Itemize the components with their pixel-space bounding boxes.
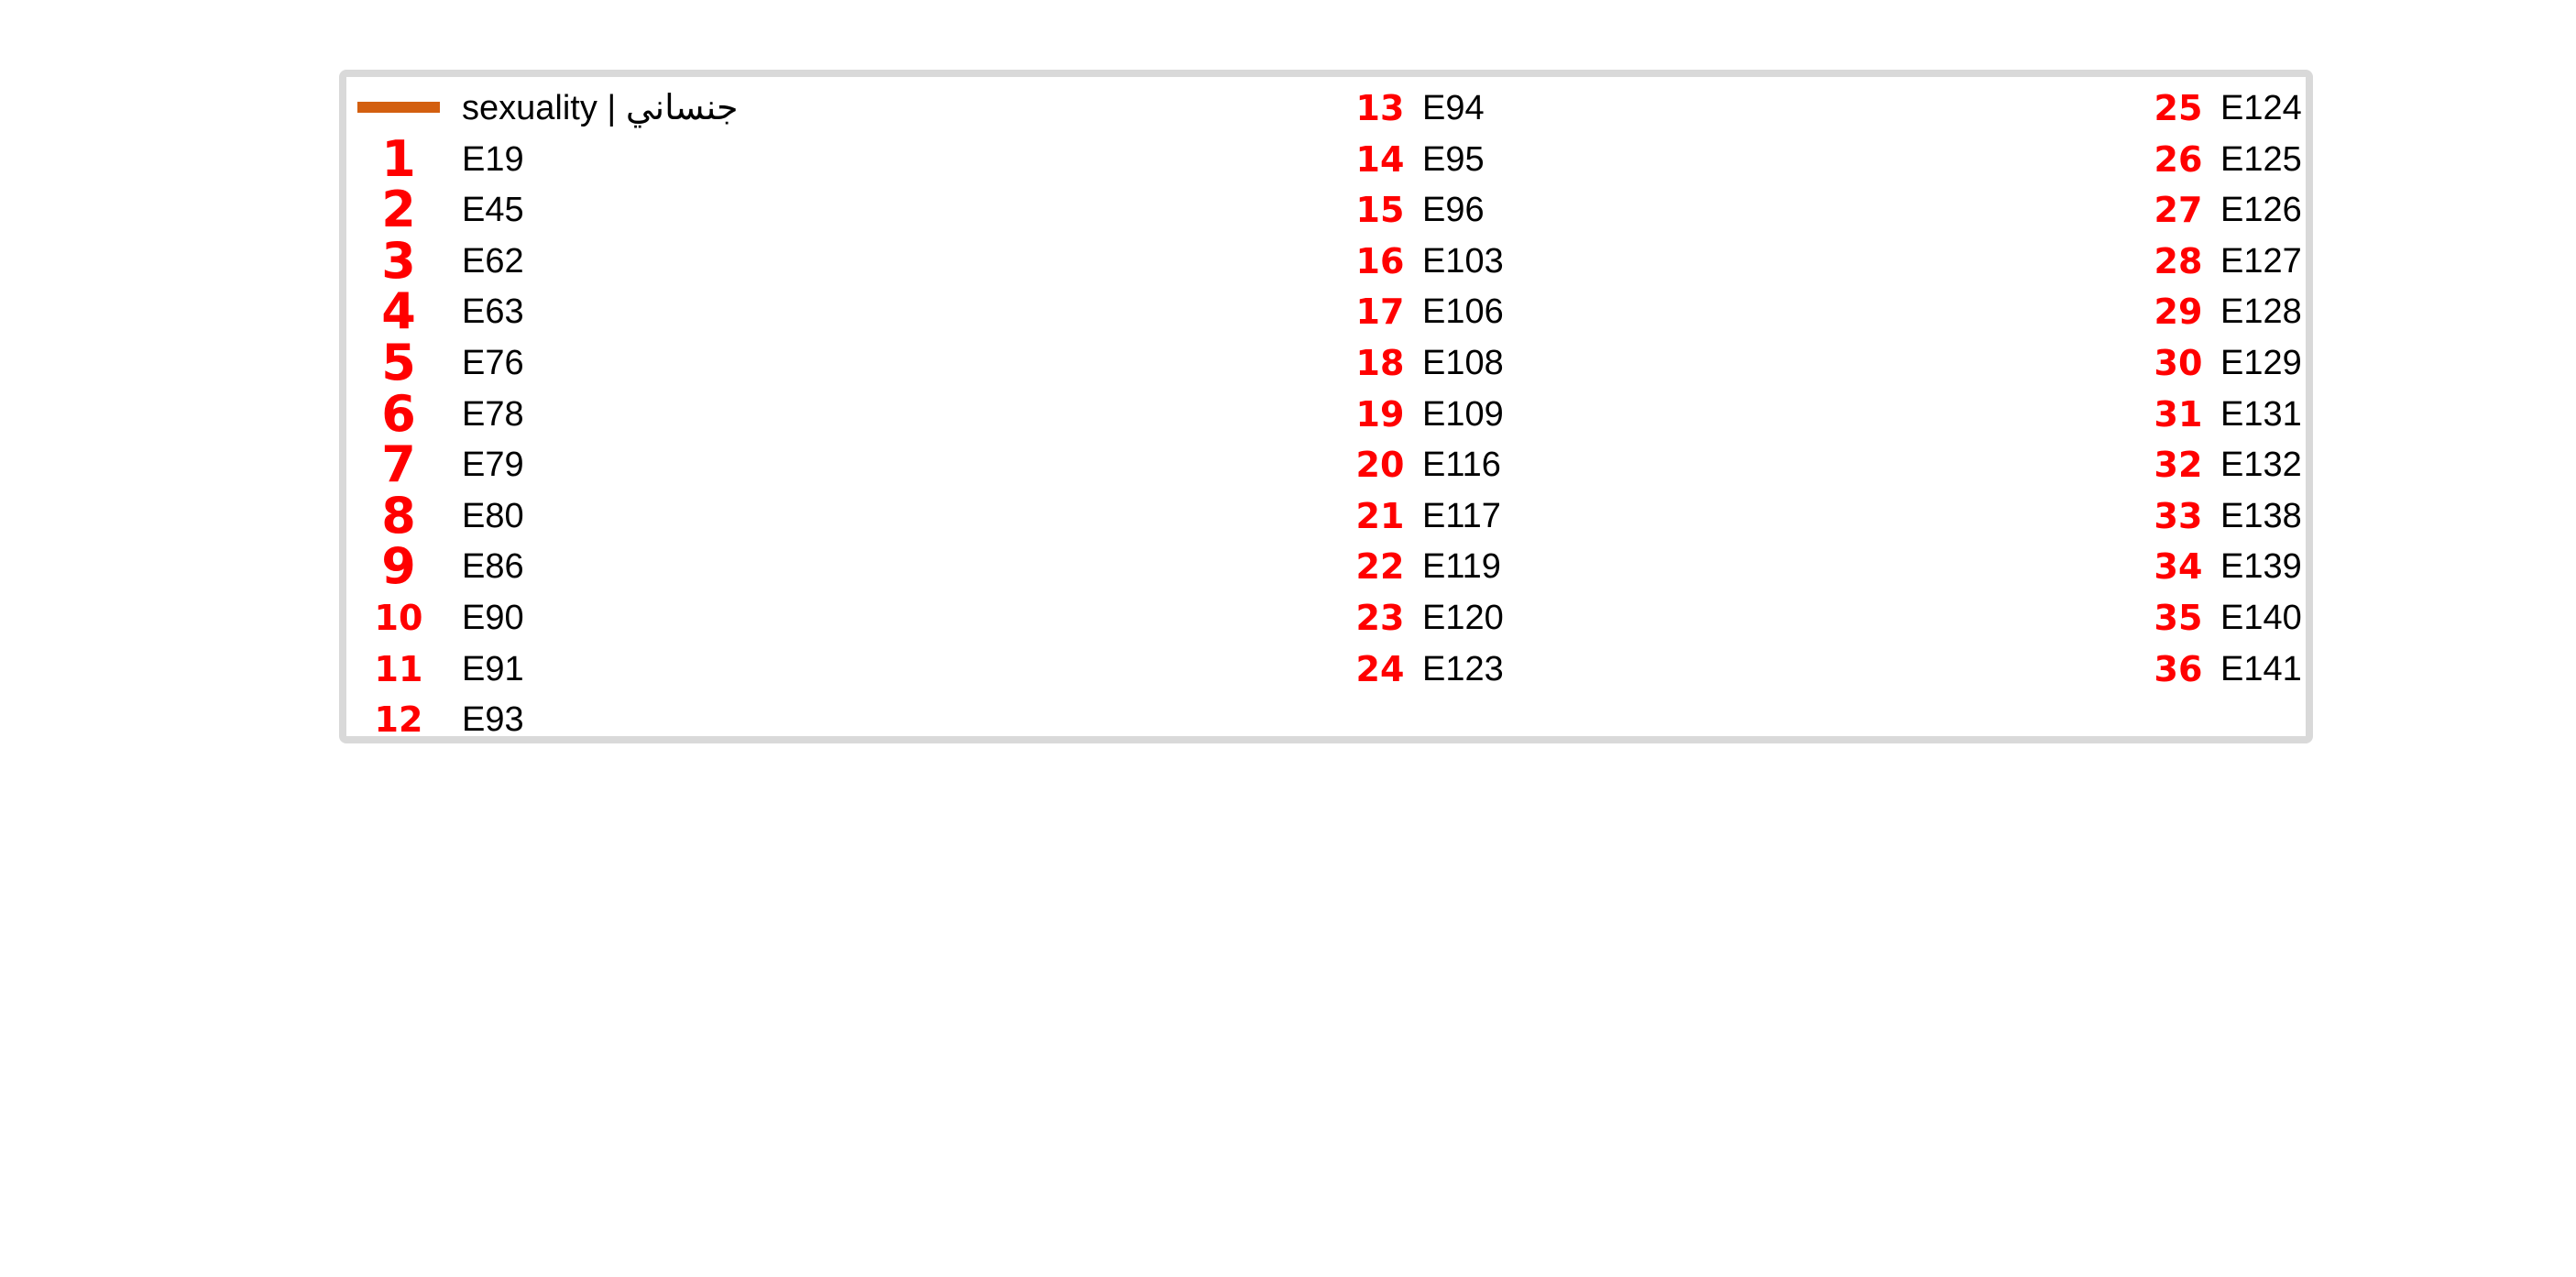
legend-number: 18	[1355, 343, 1405, 383]
legend-code: E140	[2220, 599, 2302, 637]
legend-number: 4	[381, 282, 416, 341]
legend-number: 28	[2154, 240, 2203, 281]
legend-number: 29	[2154, 292, 2203, 333]
legend-code: E116	[1422, 446, 1501, 485]
legend-code: E126	[2220, 191, 2302, 230]
legend-code: E106	[1422, 292, 1504, 332]
legend-number: 31	[2154, 393, 2203, 435]
legend-number: 15	[1355, 190, 1405, 231]
legend-number: 17	[1355, 292, 1405, 333]
legend-number: 26	[2154, 138, 2203, 180]
legend-code: E63	[462, 292, 524, 332]
legend-code: E19	[462, 139, 524, 179]
legend-number: 23	[1355, 598, 1405, 638]
legend-number: 36	[2154, 648, 2203, 689]
legend-number: 9	[381, 537, 416, 596]
legend-code: E91	[462, 649, 524, 688]
legend-code: E119	[1422, 547, 1501, 587]
legend-number: 3	[381, 231, 416, 290]
legend-number: 2	[381, 181, 416, 239]
legend-code: E128	[2220, 292, 2302, 332]
legend-number: 22	[1355, 546, 1405, 588]
legend-number: 21	[1355, 495, 1405, 536]
legend-code: E86	[462, 547, 524, 587]
legend-code: E96	[1422, 191, 1485, 230]
legend-title: sexuality | جنساني	[462, 89, 739, 127]
legend-code: E80	[462, 496, 524, 535]
legend-code: E127	[2220, 241, 2302, 281]
legend-code: E124	[2220, 89, 2302, 127]
legend-number: 27	[2154, 190, 2203, 231]
legend-code: E94	[1422, 89, 1485, 127]
legend-number: 1	[381, 129, 416, 188]
legend-number: 32	[2154, 445, 2203, 486]
legend-number: 24	[1355, 648, 1405, 689]
legend-number: 16	[1355, 240, 1405, 281]
legend-number: 19	[1355, 393, 1405, 435]
legend-code: E123	[1422, 649, 1504, 688]
legend-code: E125	[2220, 139, 2302, 179]
legend-code: E131	[2220, 394, 2302, 434]
legend-box: sexuality | جنساني 1 E19 2 E45 3 E62 4 E63 5 E76 6…	[339, 70, 2313, 743]
legend-code: E90	[462, 599, 524, 637]
legend-code: E139	[2220, 547, 2302, 587]
legend-number: 10	[374, 598, 423, 638]
legend-number: 30	[2154, 343, 2203, 383]
legend-code: E120	[1422, 599, 1504, 637]
legend-code: E108	[1422, 344, 1504, 382]
legend-code: E103	[1422, 241, 1504, 281]
legend-number: 12	[374, 699, 423, 741]
legend-number: 8	[381, 486, 416, 545]
legend-number: 7	[381, 435, 416, 494]
legend-number: 25	[2154, 88, 2203, 128]
legend-number: 33	[2154, 495, 2203, 536]
legend-code: E109	[1422, 394, 1504, 434]
legend-number: 34	[2154, 546, 2203, 588]
legend-number: 35	[2154, 598, 2203, 638]
legend-number: 20	[1355, 445, 1405, 486]
legend-number: 6	[381, 384, 416, 443]
legend-code: E141	[2220, 649, 2302, 688]
legend-code: E79	[462, 446, 524, 485]
legend-code: E76	[462, 344, 524, 382]
legend-number: 13	[1355, 88, 1405, 128]
legend-code: E117	[1422, 496, 1501, 535]
legend-code: E78	[462, 394, 524, 434]
legend-code: E132	[2220, 446, 2302, 485]
legend-code: E93	[462, 700, 524, 740]
legend-number: 5	[381, 334, 416, 391]
legend-code: E62	[462, 241, 524, 281]
legend-code: E129	[2220, 344, 2302, 382]
legend-code: E45	[462, 191, 524, 230]
category-swatch	[357, 102, 440, 113]
legend-number: 14	[1355, 138, 1405, 180]
legend-code: E95	[1422, 139, 1485, 179]
legend-code: E138	[2220, 496, 2302, 535]
legend-number: 11	[374, 648, 423, 689]
